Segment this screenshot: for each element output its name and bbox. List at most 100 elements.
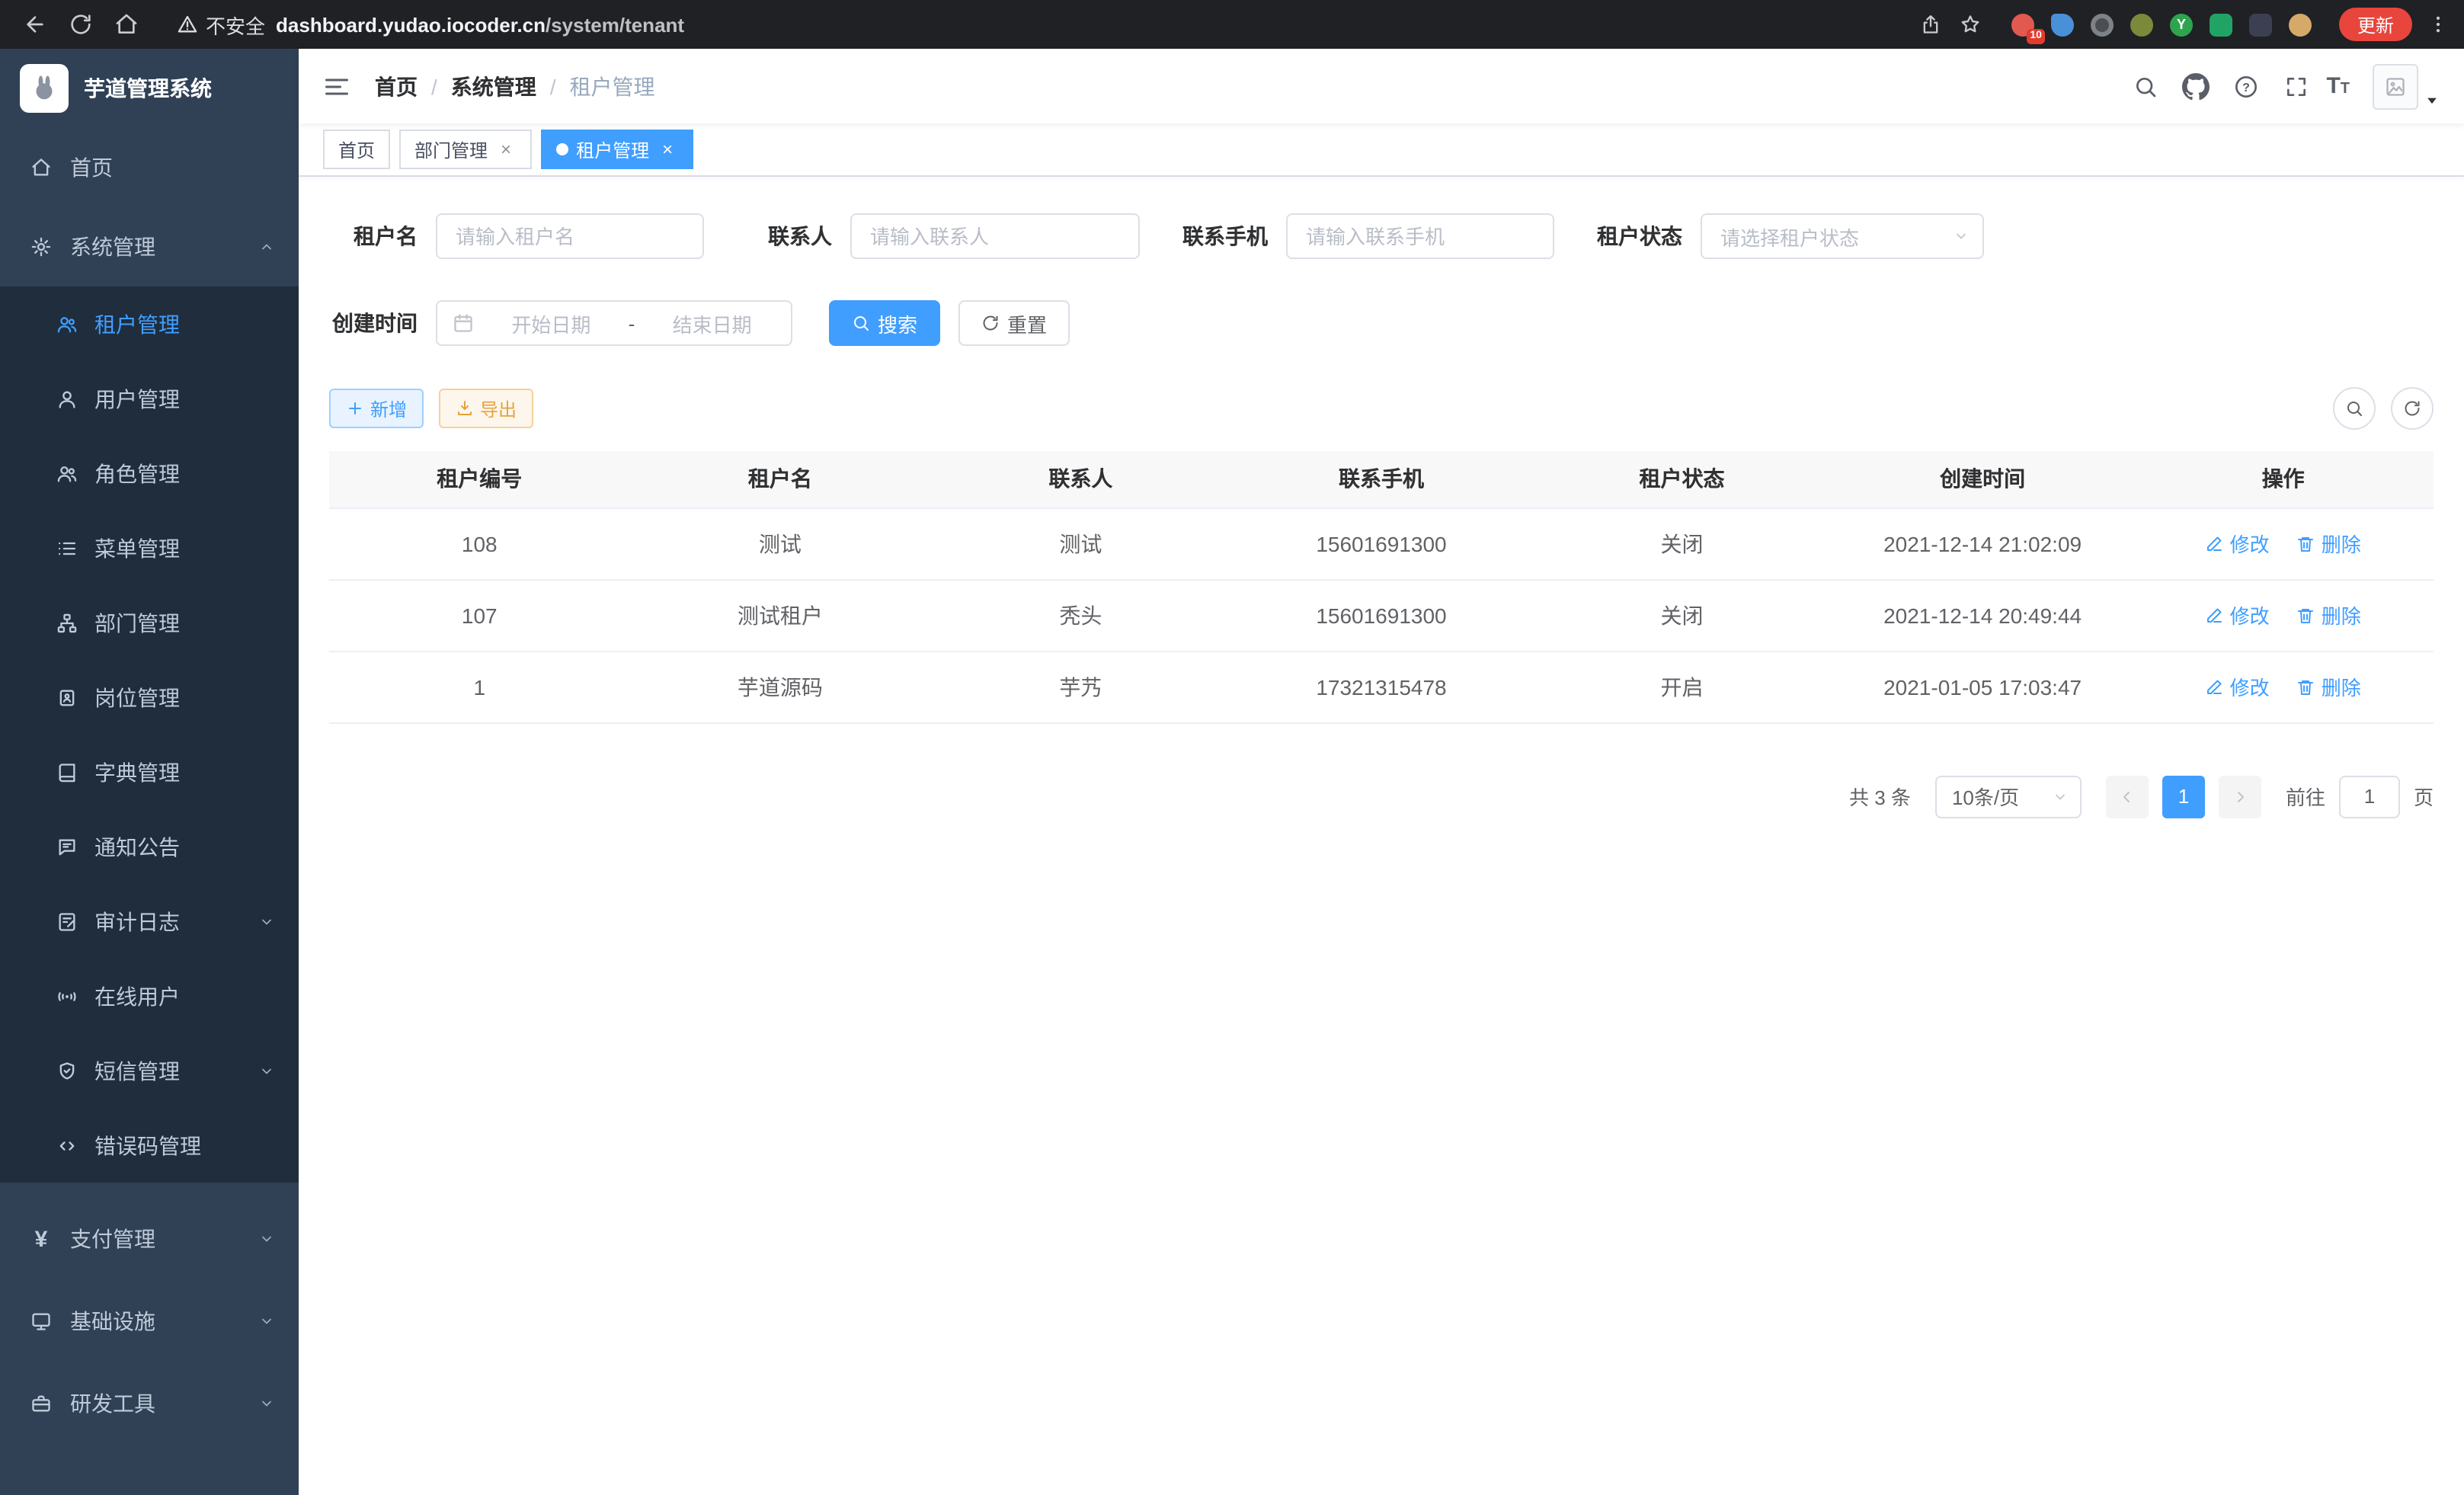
page-number-1[interactable]: 1	[2162, 775, 2205, 818]
system-submenu: 租户管理 用户管理 角色管理 菜单管理 部门管理	[0, 287, 299, 1183]
breadcrumb-item[interactable]: 系统管理	[451, 71, 536, 101]
org-tree-icon	[56, 612, 78, 633]
security-warning[interactable]: 不安全	[177, 10, 265, 39]
close-icon[interactable]: ×	[495, 139, 517, 160]
user-menu[interactable]	[2373, 63, 2440, 109]
add-button[interactable]: 新增	[329, 389, 424, 428]
chevron-down-icon	[259, 1314, 274, 1329]
extension-icon[interactable]: 10	[2011, 13, 2034, 36]
tab-tenant[interactable]: 租户管理 ×	[541, 130, 693, 169]
export-button[interactable]: 导出	[439, 389, 533, 428]
delete-button[interactable]: 删除	[2297, 672, 2361, 701]
github-icon[interactable]	[2175, 66, 2215, 106]
sidebar-collapse-icon[interactable]	[323, 72, 350, 100]
tab-label: 首页	[338, 136, 375, 162]
refresh-table-button[interactable]	[2391, 387, 2434, 430]
cell-contact: 秃头	[930, 579, 1231, 651]
edit-button[interactable]: 修改	[2206, 600, 2270, 629]
sidebar-item-infra[interactable]: 基础设施	[0, 1280, 299, 1362]
filter-row-1: 租户名 联系人 联系手机 租户状态 请选择租户状态	[329, 213, 2434, 259]
tenant-name-input[interactable]	[436, 213, 704, 259]
sidebar-item-label: 菜单管理	[94, 533, 180, 563]
sidebar-item-online-user[interactable]: 在线用户	[0, 959, 299, 1033]
extension-icon[interactable]	[2249, 13, 2272, 36]
browser-back-icon[interactable]	[15, 6, 55, 43]
sidebar-item-menu[interactable]: 菜单管理	[0, 511, 299, 585]
delete-button[interactable]: 删除	[2297, 529, 2361, 558]
sidebar-item-system[interactable]: 系统管理	[0, 207, 299, 287]
help-icon[interactable]: ?	[2226, 66, 2265, 106]
browser-home-icon[interactable]	[107, 6, 146, 43]
table-row: 107 测试租户 秃头 15601691300 关闭 2021-12-14 20…	[329, 579, 2434, 651]
page-size-select[interactable]: 10条/页	[1935, 775, 2082, 818]
fullscreen-icon[interactable]	[2276, 66, 2315, 106]
date-range-picker[interactable]: 开始日期 - 结束日期	[436, 300, 792, 346]
sidebar-item-label: 岗位管理	[94, 682, 180, 712]
tab-dept[interactable]: 部门管理 ×	[399, 130, 532, 169]
sidebar-item-role[interactable]: 角色管理	[0, 436, 299, 511]
trash-icon	[2297, 606, 2315, 624]
cell-status: 关闭	[1531, 579, 1832, 651]
page-size-value: 10条/页	[1952, 782, 2019, 811]
extension-icon[interactable]	[2091, 13, 2114, 36]
sidebar-item-notice[interactable]: 通知公告	[0, 809, 299, 884]
url-text: dashboard.yudao.iocoder.cn/system/tenant	[276, 13, 684, 36]
goto-page-input[interactable]	[2339, 775, 2400, 818]
close-icon[interactable]: ×	[657, 139, 678, 160]
sidebar-item-user[interactable]: 用户管理	[0, 361, 299, 436]
breadcrumb: 首页 / 系统管理 / 租户管理	[375, 71, 655, 101]
sidebar-item-post[interactable]: 岗位管理	[0, 660, 299, 735]
sidebar-item-payment[interactable]: ¥ 支付管理	[0, 1198, 299, 1280]
filter-status: 租户状态 请选择租户状态	[1594, 213, 1984, 259]
edit-button[interactable]: 修改	[2206, 529, 2270, 558]
search-icon	[2345, 399, 2363, 418]
header-search-icon[interactable]	[2125, 66, 2165, 106]
online-signal-icon	[56, 985, 78, 1007]
sidebar-item-label: 短信管理	[94, 1055, 180, 1086]
toolbox-icon	[30, 1393, 52, 1414]
extension-icon[interactable]: Y	[2170, 13, 2193, 36]
contact-input[interactable]	[850, 213, 1140, 259]
search-button[interactable]: 搜索	[829, 300, 940, 346]
font-size-icon[interactable]: TT	[2326, 75, 2350, 97]
extension-icon[interactable]	[2210, 13, 2232, 36]
breadcrumb-item[interactable]: 首页	[375, 71, 418, 101]
sidebar-item-dict[interactable]: 字典管理	[0, 735, 299, 809]
browser-menu-icon[interactable]	[2427, 14, 2449, 35]
date-start-placeholder: 开始日期	[488, 309, 615, 338]
next-page-button[interactable]	[2219, 775, 2261, 818]
browser-reload-icon[interactable]	[61, 6, 101, 43]
create-time-label: 创建时间	[329, 308, 418, 338]
breadcrumb-item-current: 租户管理	[570, 71, 655, 101]
calendar-icon	[453, 312, 474, 334]
extension-icon[interactable]	[2051, 13, 2074, 36]
filter-contact: 联系人	[744, 213, 1140, 259]
sidebar-item-devtools[interactable]: 研发工具	[0, 1362, 299, 1445]
address-bar[interactable]: 不安全 dashboard.yudao.iocoder.cn/system/te…	[152, 10, 1902, 39]
extension-icon[interactable]	[2130, 13, 2153, 36]
sidebar-item-dept[interactable]: 部门管理	[0, 585, 299, 660]
extension-icon[interactable]	[2289, 13, 2312, 36]
shield-icon	[56, 1060, 78, 1081]
edit-button[interactable]: 修改	[2206, 672, 2270, 701]
status-select[interactable]: 请选择租户状态	[1701, 213, 1984, 259]
sidebar-item-audit-log[interactable]: 审计日志	[0, 884, 299, 959]
navbar-actions: ? TT	[2125, 63, 2440, 109]
sidebar-item-home[interactable]: 首页	[0, 128, 299, 207]
delete-button[interactable]: 删除	[2297, 600, 2361, 629]
sidebar-item-label: 租户管理	[94, 309, 180, 339]
chevron-up-icon	[259, 239, 274, 255]
sidebar-item-sms[interactable]: 短信管理	[0, 1033, 299, 1108]
reset-button[interactable]: 重置	[958, 300, 1070, 346]
tab-home[interactable]: 首页	[323, 130, 390, 169]
toggle-search-button[interactable]	[2333, 387, 2376, 430]
logo[interactable]: 芋道管理系统	[0, 49, 299, 128]
browser-update-button[interactable]: 更新	[2339, 8, 2412, 41]
browser-toolbar: 不安全 dashboard.yudao.iocoder.cn/system/te…	[0, 0, 2464, 49]
prev-page-button[interactable]	[2106, 775, 2149, 818]
phone-input[interactable]	[1286, 213, 1554, 259]
share-icon[interactable]	[1920, 14, 1941, 35]
sidebar-item-error-code[interactable]: 错误码管理	[0, 1108, 299, 1183]
bookmark-star-icon[interactable]	[1960, 14, 1981, 35]
sidebar-item-tenant[interactable]: 租户管理	[0, 287, 299, 361]
